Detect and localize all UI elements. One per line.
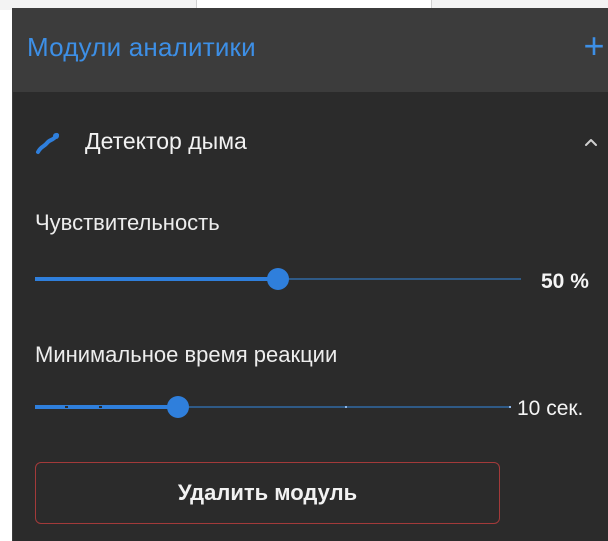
panel-title: Модули аналитики <box>27 32 256 62</box>
reaction-time-label: Минимальное время реакции <box>35 342 338 367</box>
reaction-time-fill <box>35 405 178 409</box>
sensitivity-slider[interactable] <box>35 264 521 294</box>
reaction-time-tick <box>345 406 347 408</box>
reaction-time-tick <box>99 406 102 408</box>
module-header[interactable]: Детектор дыма <box>13 108 608 168</box>
reaction-time-value: 10 сек. <box>517 397 584 420</box>
module-name: Детектор дыма <box>85 128 247 154</box>
smoke-detector-icon <box>36 133 59 154</box>
reaction-time-tick <box>65 406 68 408</box>
sensitivity-thumb[interactable] <box>267 268 289 290</box>
delete-module-button[interactable]: Удалить модуль <box>35 462 500 524</box>
reaction-time-slider[interactable] <box>35 392 511 422</box>
panel-header: Модули аналитики + <box>13 8 608 92</box>
sensitivity-fill <box>35 277 278 281</box>
add-module-button[interactable]: + <box>580 26 608 66</box>
chevron-up-icon[interactable] <box>579 130 603 154</box>
sensitivity-value: 50 % <box>541 270 589 293</box>
reaction-time-thumb[interactable] <box>167 396 189 418</box>
reaction-time-tick <box>509 406 511 408</box>
sensitivity-label: Чувствительность <box>35 210 220 235</box>
analytics-modules-panel: Модули аналитики + Детектор дыма Чувстви… <box>12 8 608 541</box>
